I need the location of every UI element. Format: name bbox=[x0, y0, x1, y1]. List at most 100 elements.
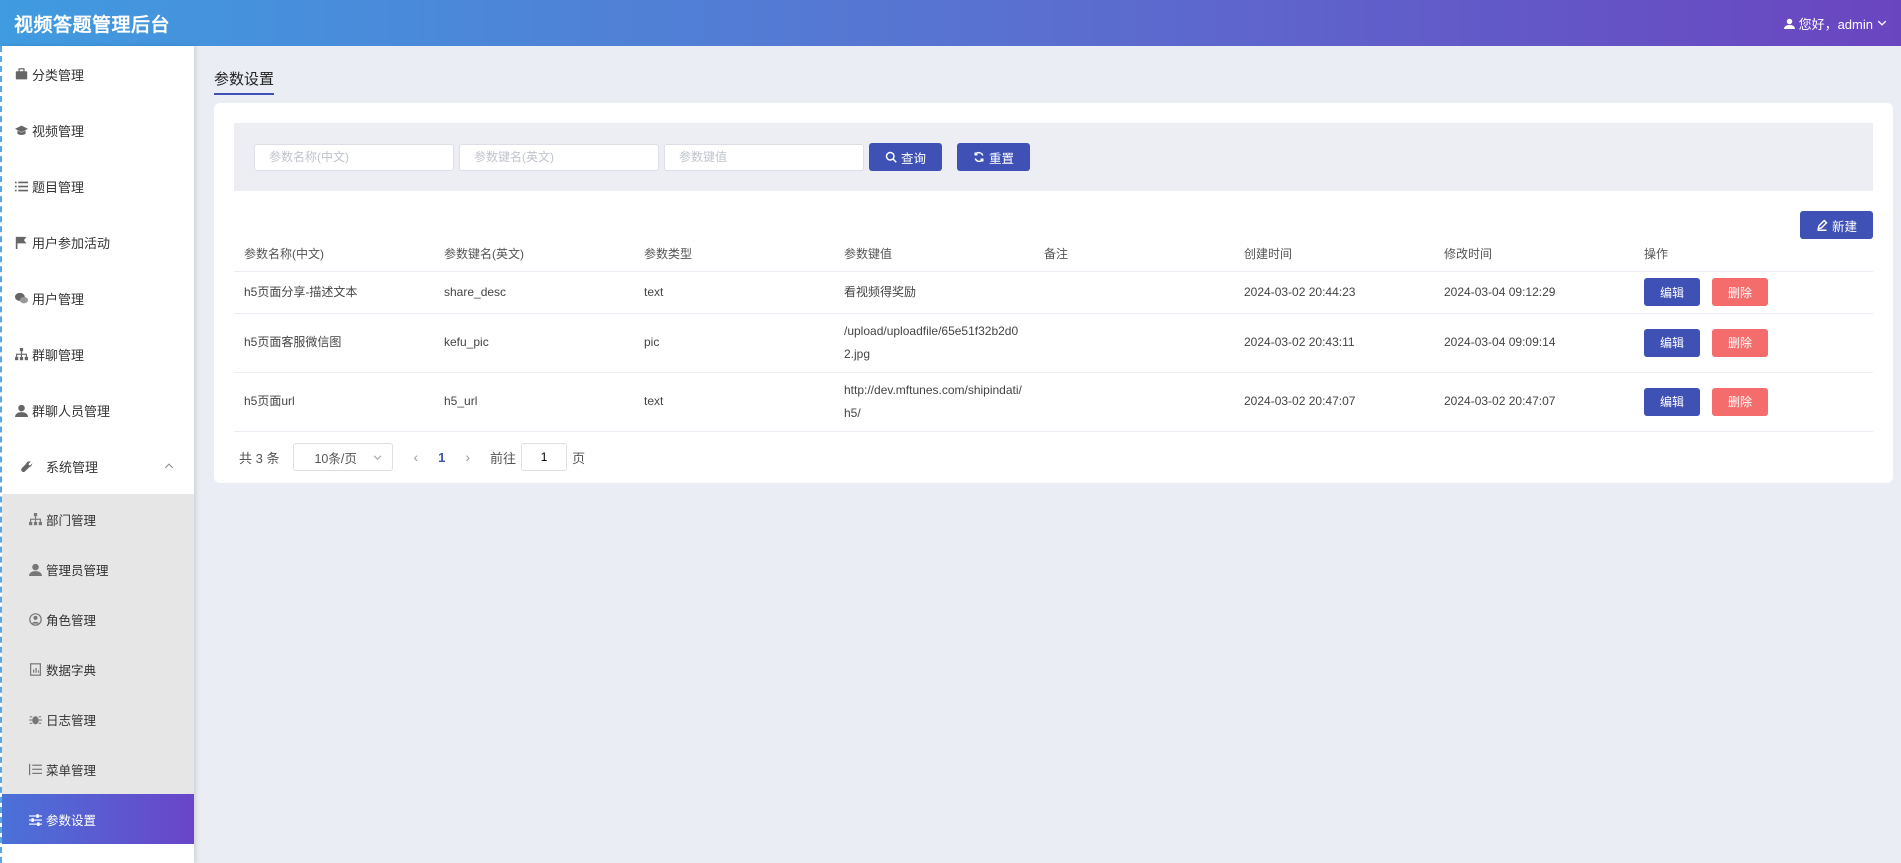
bug-icon bbox=[28, 712, 42, 726]
cell-name: h5页面客服微信图 bbox=[234, 313, 434, 373]
cell-type: text bbox=[634, 372, 834, 432]
column-header: 参数键名(英文) bbox=[434, 237, 634, 272]
page-title: 参数设置 bbox=[214, 68, 275, 95]
sidebar-item-department[interactable]: 部门管理 bbox=[2, 494, 194, 544]
column-header: 参数键值 bbox=[834, 237, 1034, 272]
delete-button[interactable]: 删除 bbox=[1712, 387, 1768, 416]
sidebar-item-questions[interactable]: 题目管理 bbox=[2, 158, 194, 214]
sitemap-icon bbox=[14, 347, 28, 361]
sidebar-item-label: 群聊人员管理 bbox=[32, 403, 111, 419]
table-row: h5页面分享-描述文本 share_desc text 看视频得奖励 2024-… bbox=[234, 271, 1873, 314]
param-name-input[interactable] bbox=[254, 143, 454, 171]
page-size-select[interactable]: 10条/页 bbox=[293, 443, 394, 471]
column-header: 备注 bbox=[1034, 237, 1234, 272]
sidebar-item-menu[interactable]: 菜单管理 bbox=[2, 744, 194, 794]
graduation-cap-icon bbox=[14, 123, 28, 137]
goto-page-input[interactable] bbox=[521, 443, 568, 471]
briefcase-icon bbox=[14, 67, 28, 81]
cell-type: text bbox=[634, 271, 834, 314]
sidebar-item-admin[interactable]: 管理员管理 bbox=[2, 544, 194, 594]
reset-button-label: 重置 bbox=[988, 151, 1014, 166]
sidebar-item-log[interactable]: 日志管理 bbox=[2, 694, 194, 744]
new-button[interactable]: 新建 bbox=[1800, 211, 1873, 239]
column-header: 参数类型 bbox=[634, 237, 834, 272]
cell-created: 2024-03-02 20:47:07 bbox=[1234, 372, 1434, 432]
cell-name: h5页面url bbox=[234, 372, 434, 432]
user-icon bbox=[1783, 18, 1795, 29]
sitemap-icon bbox=[28, 512, 42, 526]
next-page-icon[interactable]: › bbox=[465, 449, 470, 465]
cell-value: 看视频得奖励 bbox=[844, 284, 917, 299]
param-key-input[interactable] bbox=[459, 143, 659, 171]
flag-icon bbox=[14, 235, 28, 249]
cell-value: /upload/uploadfile/65e51f32b2d02.jpg bbox=[844, 323, 1019, 361]
goto-suffix: 页 bbox=[572, 450, 586, 466]
cell-type: pic bbox=[634, 313, 834, 373]
delete-button[interactable]: 删除 bbox=[1712, 328, 1768, 357]
edit-button[interactable]: 编辑 bbox=[1644, 278, 1700, 306]
cell-key: h5_url bbox=[434, 372, 634, 432]
sidebar-item-group-members[interactable]: 群聊人员管理 bbox=[2, 382, 194, 438]
edit-button[interactable]: 编辑 bbox=[1644, 328, 1700, 357]
refresh-icon bbox=[974, 151, 984, 163]
search-button[interactable]: 查询 bbox=[869, 143, 942, 171]
sidebar-item-group-chat[interactable]: 群聊管理 bbox=[2, 326, 194, 382]
sidebar-item-params[interactable]: 参数设置 bbox=[2, 794, 194, 844]
table-row: h5页面url h5_url text http://dev.mftunes.c… bbox=[234, 372, 1873, 432]
chevron-up-icon bbox=[164, 463, 174, 469]
new-button-label: 新建 bbox=[1831, 219, 1857, 234]
system-submenu: 部门管理 管理员管理 角色管理 数据字典 日志管理 菜单管理 参数设置 bbox=[2, 494, 194, 844]
page-size-value: 10条/页 bbox=[314, 451, 357, 466]
delete-button[interactable]: 删除 bbox=[1712, 278, 1768, 306]
sidebar-item-label: 用户参加活动 bbox=[32, 235, 111, 251]
cell-remark bbox=[1034, 271, 1234, 314]
sidebar-item-label: 分类管理 bbox=[32, 67, 85, 83]
cell-remark bbox=[1034, 313, 1234, 373]
column-header: 参数名称(中文) bbox=[234, 237, 434, 272]
prev-page-icon[interactable]: ‹ bbox=[413, 449, 418, 465]
cell-value: http://dev.mftunes.com/shipindati/h5/ bbox=[844, 382, 1022, 420]
page-number-current[interactable]: 1 bbox=[438, 450, 445, 465]
goto-label: 前往 bbox=[490, 450, 517, 466]
reset-button[interactable]: 重置 bbox=[957, 143, 1030, 171]
top-header: 视频答题管理后台 您好，admin bbox=[0, 0, 1901, 46]
sidebar-item-dictionary[interactable]: 数据字典 bbox=[2, 644, 194, 694]
sidebar-item-label: 管理员管理 bbox=[46, 563, 109, 578]
file-chart-icon bbox=[28, 662, 42, 676]
sidebar-item-label: 题目管理 bbox=[32, 179, 85, 195]
cell-actions: 编辑 删除 bbox=[1634, 372, 1873, 432]
params-table: 参数名称(中文) 参数键名(英文) 参数类型 参数键值 备注 创建时间 修改时间… bbox=[234, 237, 1873, 432]
main-content: 参数设置 查询 重置 新建 参数名称(中文) 参数键名(英文) bbox=[194, 46, 1901, 863]
sidebar-item-label: 角色管理 bbox=[46, 613, 97, 628]
sidebar-item-user-activity[interactable]: 用户参加活动 bbox=[2, 214, 194, 270]
chevron-down-icon bbox=[1877, 20, 1887, 26]
sidebar: 分类管理 视频管理 题目管理 用户参加活动 用户管理 群聊管理 群聊人员管理 系… bbox=[0, 46, 194, 863]
sidebar-item-label: 视频管理 bbox=[32, 123, 85, 139]
total-count: 共 3 条 bbox=[239, 450, 280, 466]
sidebar-item-label: 系统管理 bbox=[46, 459, 99, 475]
user-circle-icon bbox=[28, 612, 42, 626]
user-icon bbox=[14, 403, 28, 417]
sidebar-item-users[interactable]: 用户管理 bbox=[2, 270, 194, 326]
param-value-input[interactable] bbox=[664, 143, 864, 171]
sidebar-item-system[interactable]: 系统管理 bbox=[2, 438, 194, 494]
content-card: 查询 重置 新建 参数名称(中文) 参数键名(英文) 参数类型 参数键值 备注 … bbox=[214, 103, 1893, 483]
table-row: h5页面客服微信图 kefu_pic pic /upload/uploadfil… bbox=[234, 313, 1873, 373]
user-icon bbox=[28, 562, 42, 576]
sidebar-item-category[interactable]: 分类管理 bbox=[2, 46, 194, 102]
sidebar-item-role[interactable]: 角色管理 bbox=[2, 594, 194, 644]
cell-created: 2024-03-02 20:44:23 bbox=[1234, 271, 1434, 314]
cell-actions: 编辑 删除 bbox=[1634, 313, 1873, 373]
edit-icon bbox=[1817, 219, 1828, 231]
search-button-label: 查询 bbox=[900, 151, 926, 166]
sidebar-item-label: 数据字典 bbox=[46, 663, 97, 678]
sliders-icon bbox=[28, 812, 42, 826]
user-greeting: 您好，admin bbox=[1798, 16, 1873, 32]
search-icon bbox=[885, 151, 897, 163]
sidebar-item-label: 日志管理 bbox=[46, 713, 97, 728]
cell-key: kefu_pic bbox=[434, 313, 634, 373]
user-menu[interactable]: 您好，admin bbox=[1783, 14, 1887, 33]
edit-button[interactable]: 编辑 bbox=[1644, 387, 1700, 416]
sidebar-item-label: 参数设置 bbox=[46, 813, 97, 828]
sidebar-item-video[interactable]: 视频管理 bbox=[2, 102, 194, 158]
